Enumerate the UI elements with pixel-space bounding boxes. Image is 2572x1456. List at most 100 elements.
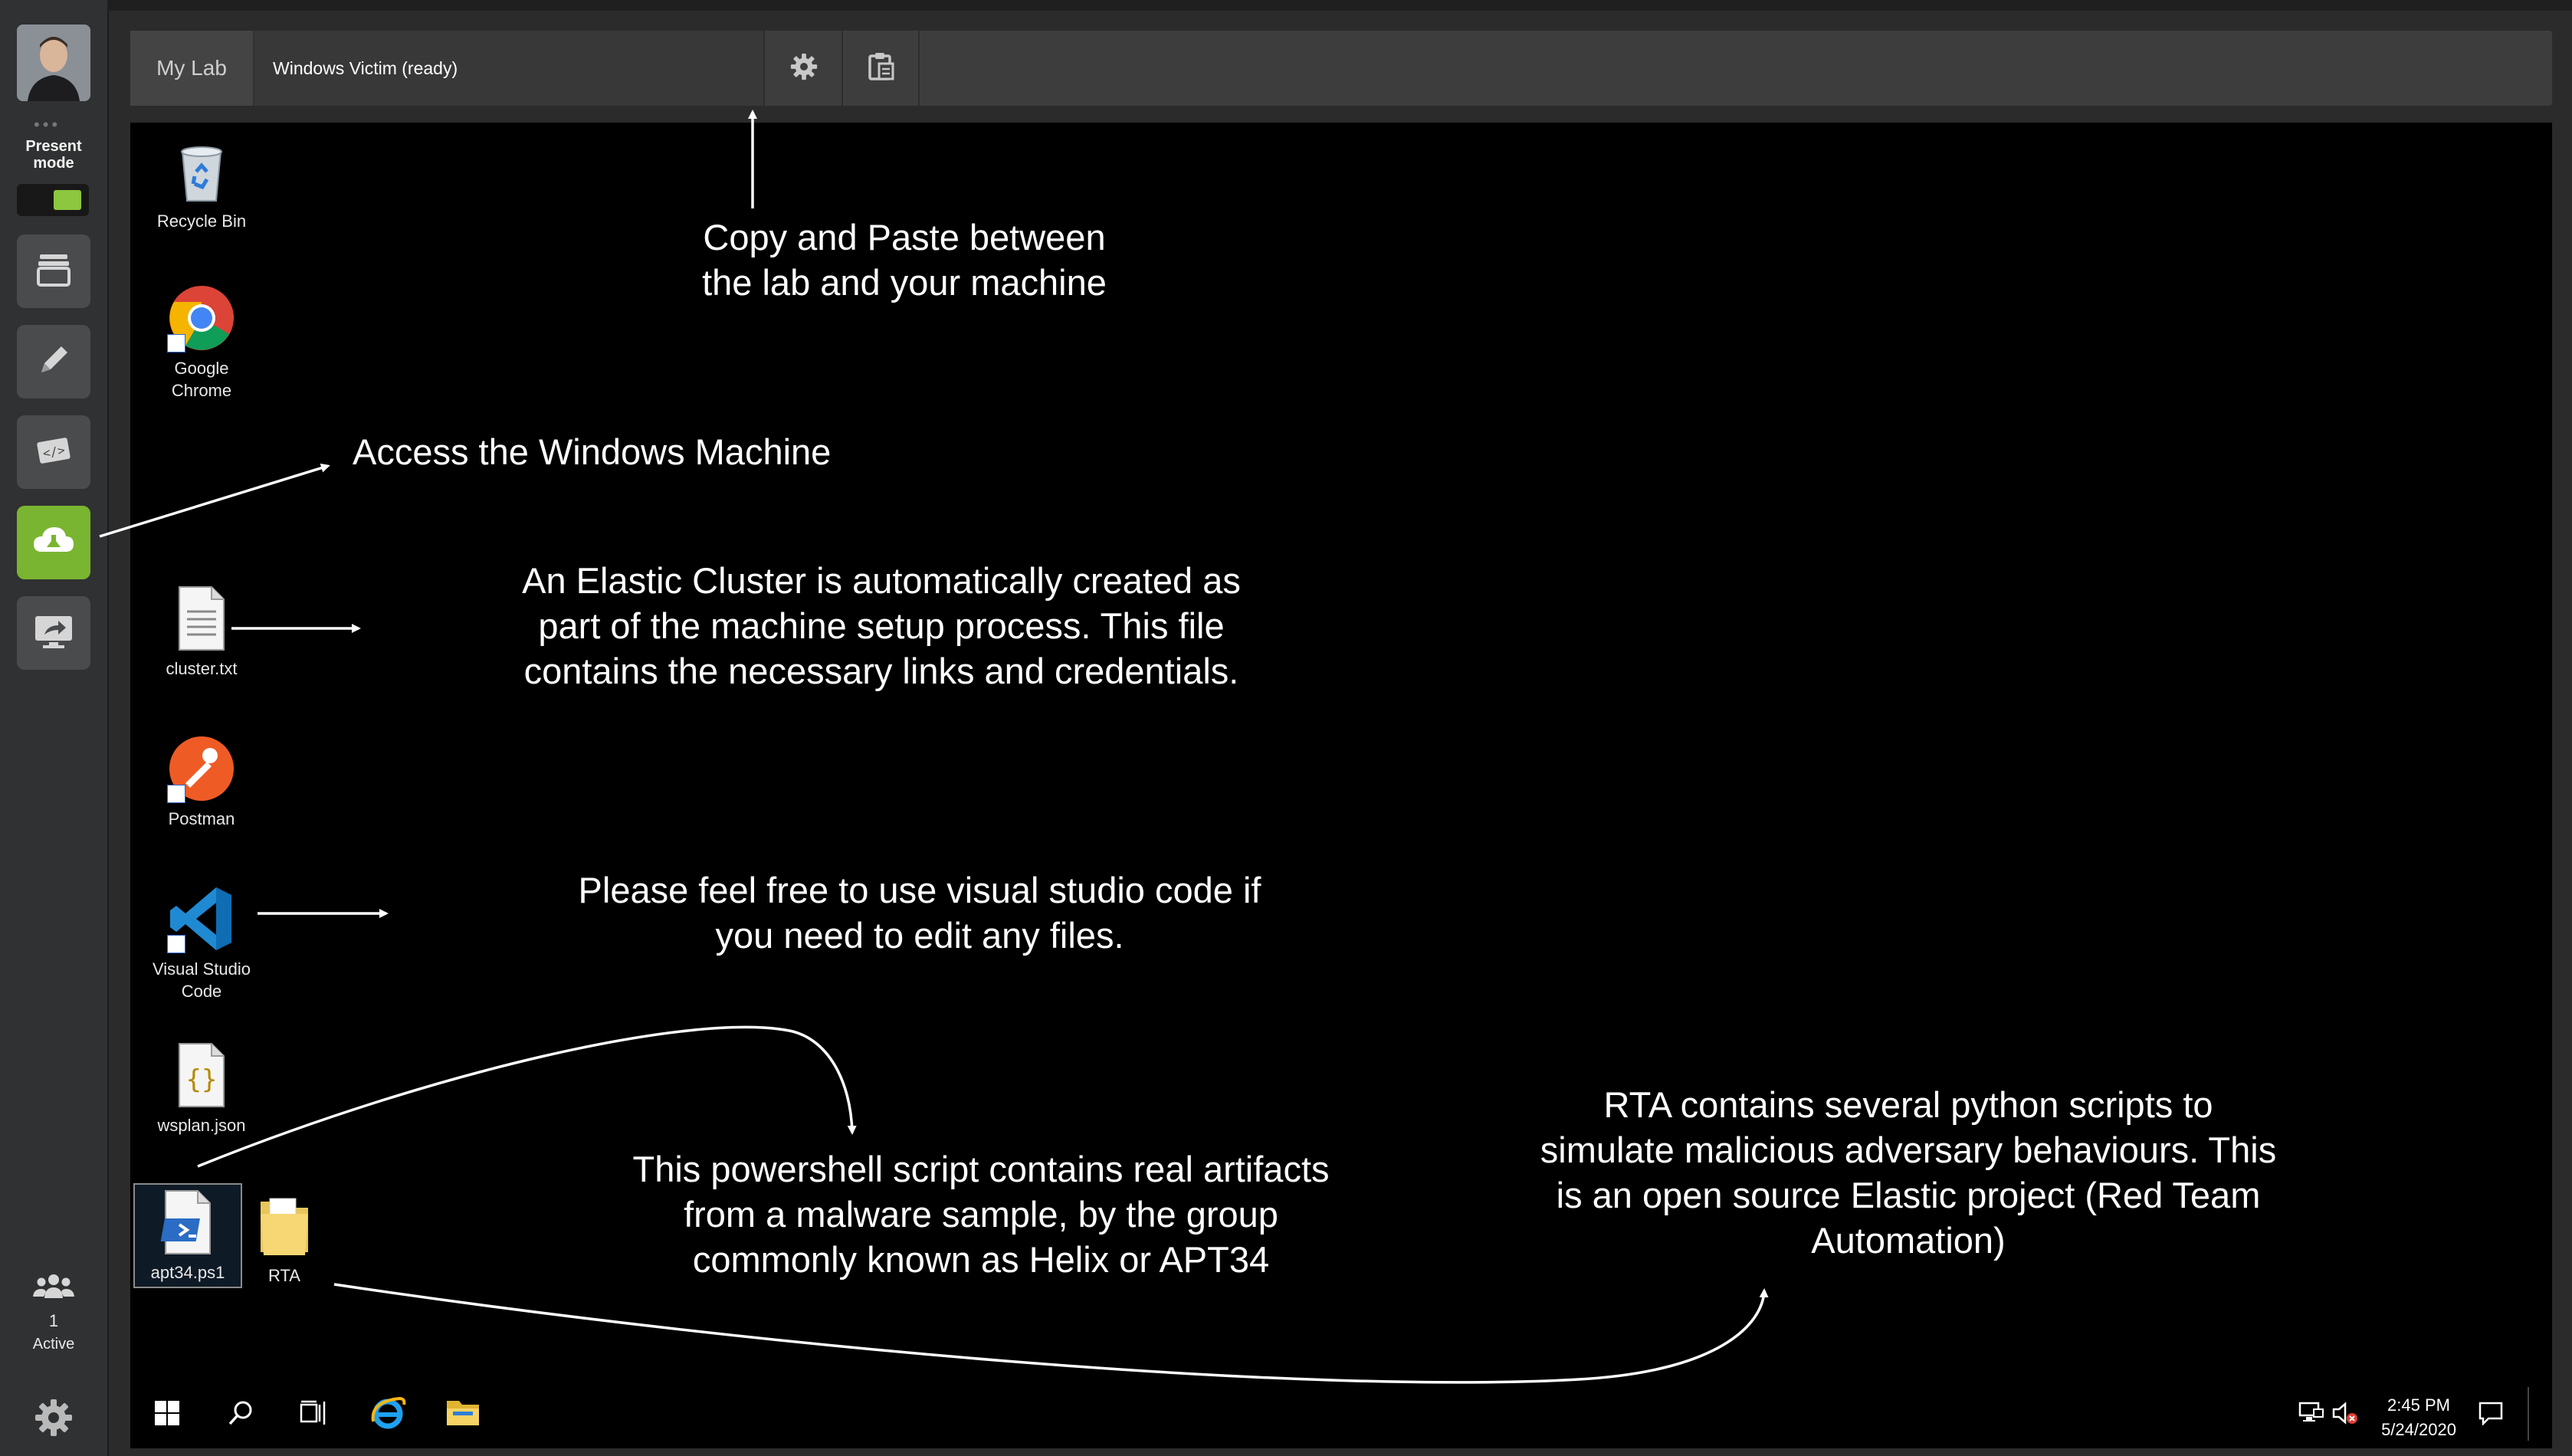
wsplan-json-label: wsplan.json bbox=[157, 1116, 246, 1135]
text-file-icon bbox=[167, 584, 236, 653]
cluster-txt-label: cluster.txt bbox=[166, 659, 238, 678]
active-label: Active bbox=[32, 1336, 75, 1353]
svg-text:{}: {} bbox=[186, 1064, 218, 1095]
note-vscode-line2: you need to edit any files. bbox=[715, 915, 1124, 956]
user-avatar[interactable] bbox=[17, 25, 90, 101]
speaker-muted-icon bbox=[2332, 1401, 2358, 1428]
gear-icon bbox=[789, 51, 819, 86]
sidebar-lab-cloud-button[interactable] bbox=[17, 506, 90, 579]
note-copy-paste: Copy and Paste between the lab and your … bbox=[498, 215, 1311, 305]
clipboard-icon bbox=[865, 51, 896, 86]
vscode-icon bbox=[167, 884, 236, 953]
note-rta-line4: Automation) bbox=[1811, 1220, 2006, 1261]
windows-desktop[interactable]: Recycle Bin Google Chrome cluster.txt Po… bbox=[130, 123, 2552, 1448]
users-icon bbox=[31, 1274, 76, 1303]
vscode-label-line2: Code bbox=[181, 982, 222, 1001]
note-powershell: This powershell script contains real art… bbox=[460, 1146, 1502, 1282]
windows-taskbar: 2:45 PM 5/24/2020 bbox=[130, 1379, 2552, 1448]
note-copy-paste-line2: the lab and your machine bbox=[702, 262, 1107, 303]
task-view-button[interactable] bbox=[293, 1393, 336, 1436]
tab-my-lab[interactable]: My Lab bbox=[130, 31, 254, 106]
apt34-ps1-label: apt34.ps1 bbox=[150, 1263, 225, 1282]
window-top-strip bbox=[107, 0, 2572, 11]
show-desktop-divider[interactable] bbox=[2528, 1387, 2529, 1441]
windows-logo-icon bbox=[154, 1400, 180, 1430]
pencil-icon bbox=[34, 340, 74, 384]
wsplan-json-file[interactable]: {} wsplan.json bbox=[144, 1041, 259, 1136]
note-powershell-line1: This powershell script contains real art… bbox=[632, 1149, 1330, 1189]
taskbar-search-button[interactable] bbox=[219, 1393, 262, 1436]
presence-dots: ••• bbox=[34, 115, 61, 134]
recycle-bin-label: Recycle Bin bbox=[156, 212, 247, 231]
chrome-label-line1: Google bbox=[174, 359, 229, 378]
postman-icon bbox=[167, 734, 236, 803]
notification-icon bbox=[2478, 1401, 2504, 1429]
network-tray-button[interactable] bbox=[2296, 1393, 2327, 1436]
stack-icon bbox=[34, 250, 74, 293]
sidebar-screen-share-button[interactable] bbox=[17, 596, 90, 670]
shortcut-arrow-icon bbox=[167, 785, 185, 803]
present-mode-label: Present mode bbox=[25, 138, 82, 172]
note-cluster-line3: contains the necessary links and credent… bbox=[523, 651, 1239, 691]
folder-icon bbox=[445, 1398, 481, 1432]
note-vscode: Please feel free to use visual studio co… bbox=[467, 867, 1372, 958]
sidebar-edit-button[interactable] bbox=[17, 325, 90, 398]
active-users[interactable]: 1 Active bbox=[0, 1272, 107, 1353]
note-powershell-line2: from a malware sample, by the group bbox=[684, 1194, 1278, 1235]
note-cluster-line2: part of the machine setup process. This … bbox=[538, 605, 1225, 646]
screen-share-icon bbox=[32, 612, 75, 655]
postman-label: Postman bbox=[168, 809, 235, 828]
clock-time: 2:45 PM bbox=[2387, 1395, 2450, 1415]
network-icon bbox=[2298, 1402, 2324, 1428]
cloud-lab-icon bbox=[31, 521, 77, 565]
sidebar-settings-button[interactable] bbox=[32, 1396, 75, 1443]
note-powershell-line3: commonly known as Helix or APT34 bbox=[692, 1239, 1270, 1280]
sidebar-code-button[interactable]: </> bbox=[17, 415, 90, 489]
clipboard-button[interactable] bbox=[843, 31, 920, 106]
trash-icon bbox=[167, 136, 236, 205]
tab-windows-victim[interactable]: Windows Victim (ready) bbox=[254, 31, 765, 106]
chrome-label-line2: Chrome bbox=[171, 381, 232, 400]
note-rta: RTA contains several python scripts to s… bbox=[1364, 1082, 2452, 1263]
postman-shortcut[interactable]: Postman bbox=[144, 734, 259, 830]
active-count: 1 bbox=[48, 1311, 59, 1330]
start-button[interactable] bbox=[146, 1393, 189, 1436]
sidebar: ••• Present mode </> 1 Active bbox=[0, 0, 109, 1456]
taskbar-clock[interactable]: 2:45 PM 5/24/2020 bbox=[2373, 1393, 2465, 1442]
shortcut-arrow-icon bbox=[167, 935, 185, 953]
google-chrome-shortcut[interactable]: Google Chrome bbox=[144, 284, 259, 402]
present-mode-toggle[interactable] bbox=[17, 184, 89, 216]
rta-folder[interactable]: RTA bbox=[242, 1191, 326, 1287]
shortcut-arrow-icon bbox=[167, 334, 185, 353]
note-access-windows: Access the Windows Machine bbox=[353, 431, 832, 472]
vscode-shortcut[interactable]: Visual Studio Code bbox=[144, 884, 259, 1002]
lab-settings-button[interactable] bbox=[766, 31, 843, 106]
note-elastic-cluster: An Elastic Cluster is automatically crea… bbox=[422, 558, 1341, 694]
file-explorer-button[interactable] bbox=[441, 1393, 484, 1436]
cluster-txt-file[interactable]: cluster.txt bbox=[144, 584, 259, 680]
volume-tray-button[interactable] bbox=[2330, 1393, 2360, 1436]
internet-explorer-button[interactable] bbox=[366, 1393, 409, 1436]
note-copy-paste-line1: Copy and Paste between bbox=[703, 217, 1106, 257]
rta-label: RTA bbox=[268, 1266, 300, 1285]
code-ticket-icon: </> bbox=[34, 431, 74, 474]
note-cluster-line1: An Elastic Cluster is automatically crea… bbox=[522, 560, 1241, 601]
internet-explorer-icon bbox=[369, 1394, 407, 1436]
json-file-icon: {} bbox=[167, 1041, 236, 1110]
gear-icon bbox=[32, 1399, 75, 1442]
note-vscode-line1: Please feel free to use visual studio co… bbox=[578, 870, 1261, 910]
lab-toolbar: My Lab Windows Victim (ready) bbox=[130, 31, 2552, 106]
apt34-ps1-file[interactable]: apt34.ps1 bbox=[133, 1183, 242, 1288]
vscode-label-line1: Visual Studio bbox=[152, 959, 251, 979]
task-view-icon bbox=[300, 1400, 329, 1430]
note-rta-line1: RTA contains several python scripts to bbox=[1603, 1084, 2213, 1125]
powershell-file-icon bbox=[153, 1188, 222, 1257]
search-icon bbox=[227, 1399, 254, 1431]
recycle-bin-icon[interactable]: Recycle Bin bbox=[144, 136, 259, 232]
folder-icon bbox=[250, 1191, 319, 1260]
action-center-button[interactable] bbox=[2475, 1393, 2506, 1436]
clock-date: 5/24/2020 bbox=[2381, 1420, 2456, 1439]
note-rta-line2: simulate malicious adversary behaviours.… bbox=[1540, 1130, 2277, 1170]
chrome-icon bbox=[167, 284, 236, 353]
sidebar-stack-button[interactable] bbox=[17, 234, 90, 308]
